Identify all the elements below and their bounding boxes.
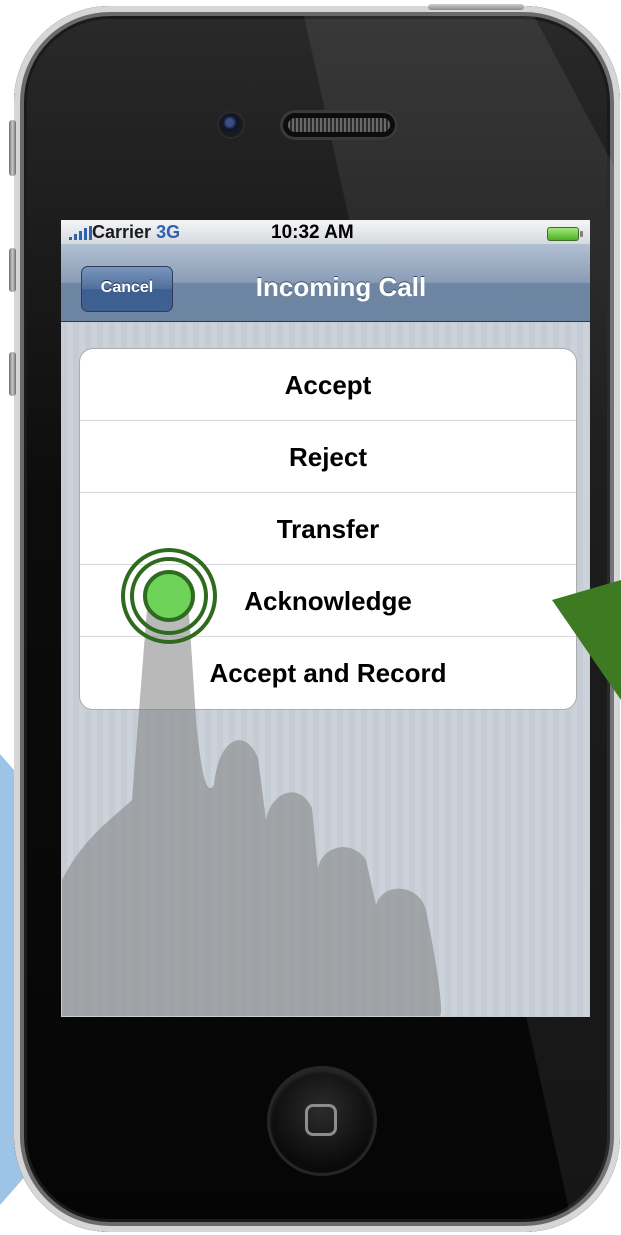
home-square-icon	[305, 1104, 337, 1136]
navigation-bar: Cancel Incoming Call	[61, 244, 590, 322]
cancel-button[interactable]: Cancel	[81, 266, 173, 312]
option-transfer[interactable]: Transfer	[80, 493, 576, 565]
earpiece-speaker-icon	[280, 110, 398, 140]
battery-full-icon	[547, 227, 583, 241]
option-acknowledge[interactable]: Acknowledge	[80, 565, 576, 637]
signal-bars-icon	[69, 226, 92, 240]
phone-device: Carrier 3G 10:32 AM Cancel Incoming Call…	[14, 6, 620, 1232]
phone-screen: Carrier 3G 10:32 AM Cancel Incoming Call…	[61, 220, 590, 1017]
network-type: 3G	[156, 222, 181, 242]
home-button[interactable]	[270, 1069, 374, 1173]
volume-down-button	[9, 352, 16, 396]
call-options-list: Accept Reject Transfer Acknowledge Accep…	[79, 348, 577, 710]
front-camera-icon	[219, 113, 243, 137]
mute-switch	[9, 120, 16, 176]
green-arrow-icon	[552, 580, 621, 700]
page-title: Incoming Call	[255, 272, 427, 302]
power-button	[428, 4, 524, 10]
option-reject[interactable]: Reject	[80, 421, 576, 493]
volume-up-button	[9, 248, 16, 292]
option-accept-and-record[interactable]: Accept and Record	[80, 637, 576, 709]
status-bar: Carrier 3G 10:32 AM	[61, 220, 590, 244]
status-time: 10:32 AM	[271, 222, 354, 243]
carrier-label: Carrier 3G	[92, 222, 181, 242]
option-accept[interactable]: Accept	[80, 349, 576, 421]
